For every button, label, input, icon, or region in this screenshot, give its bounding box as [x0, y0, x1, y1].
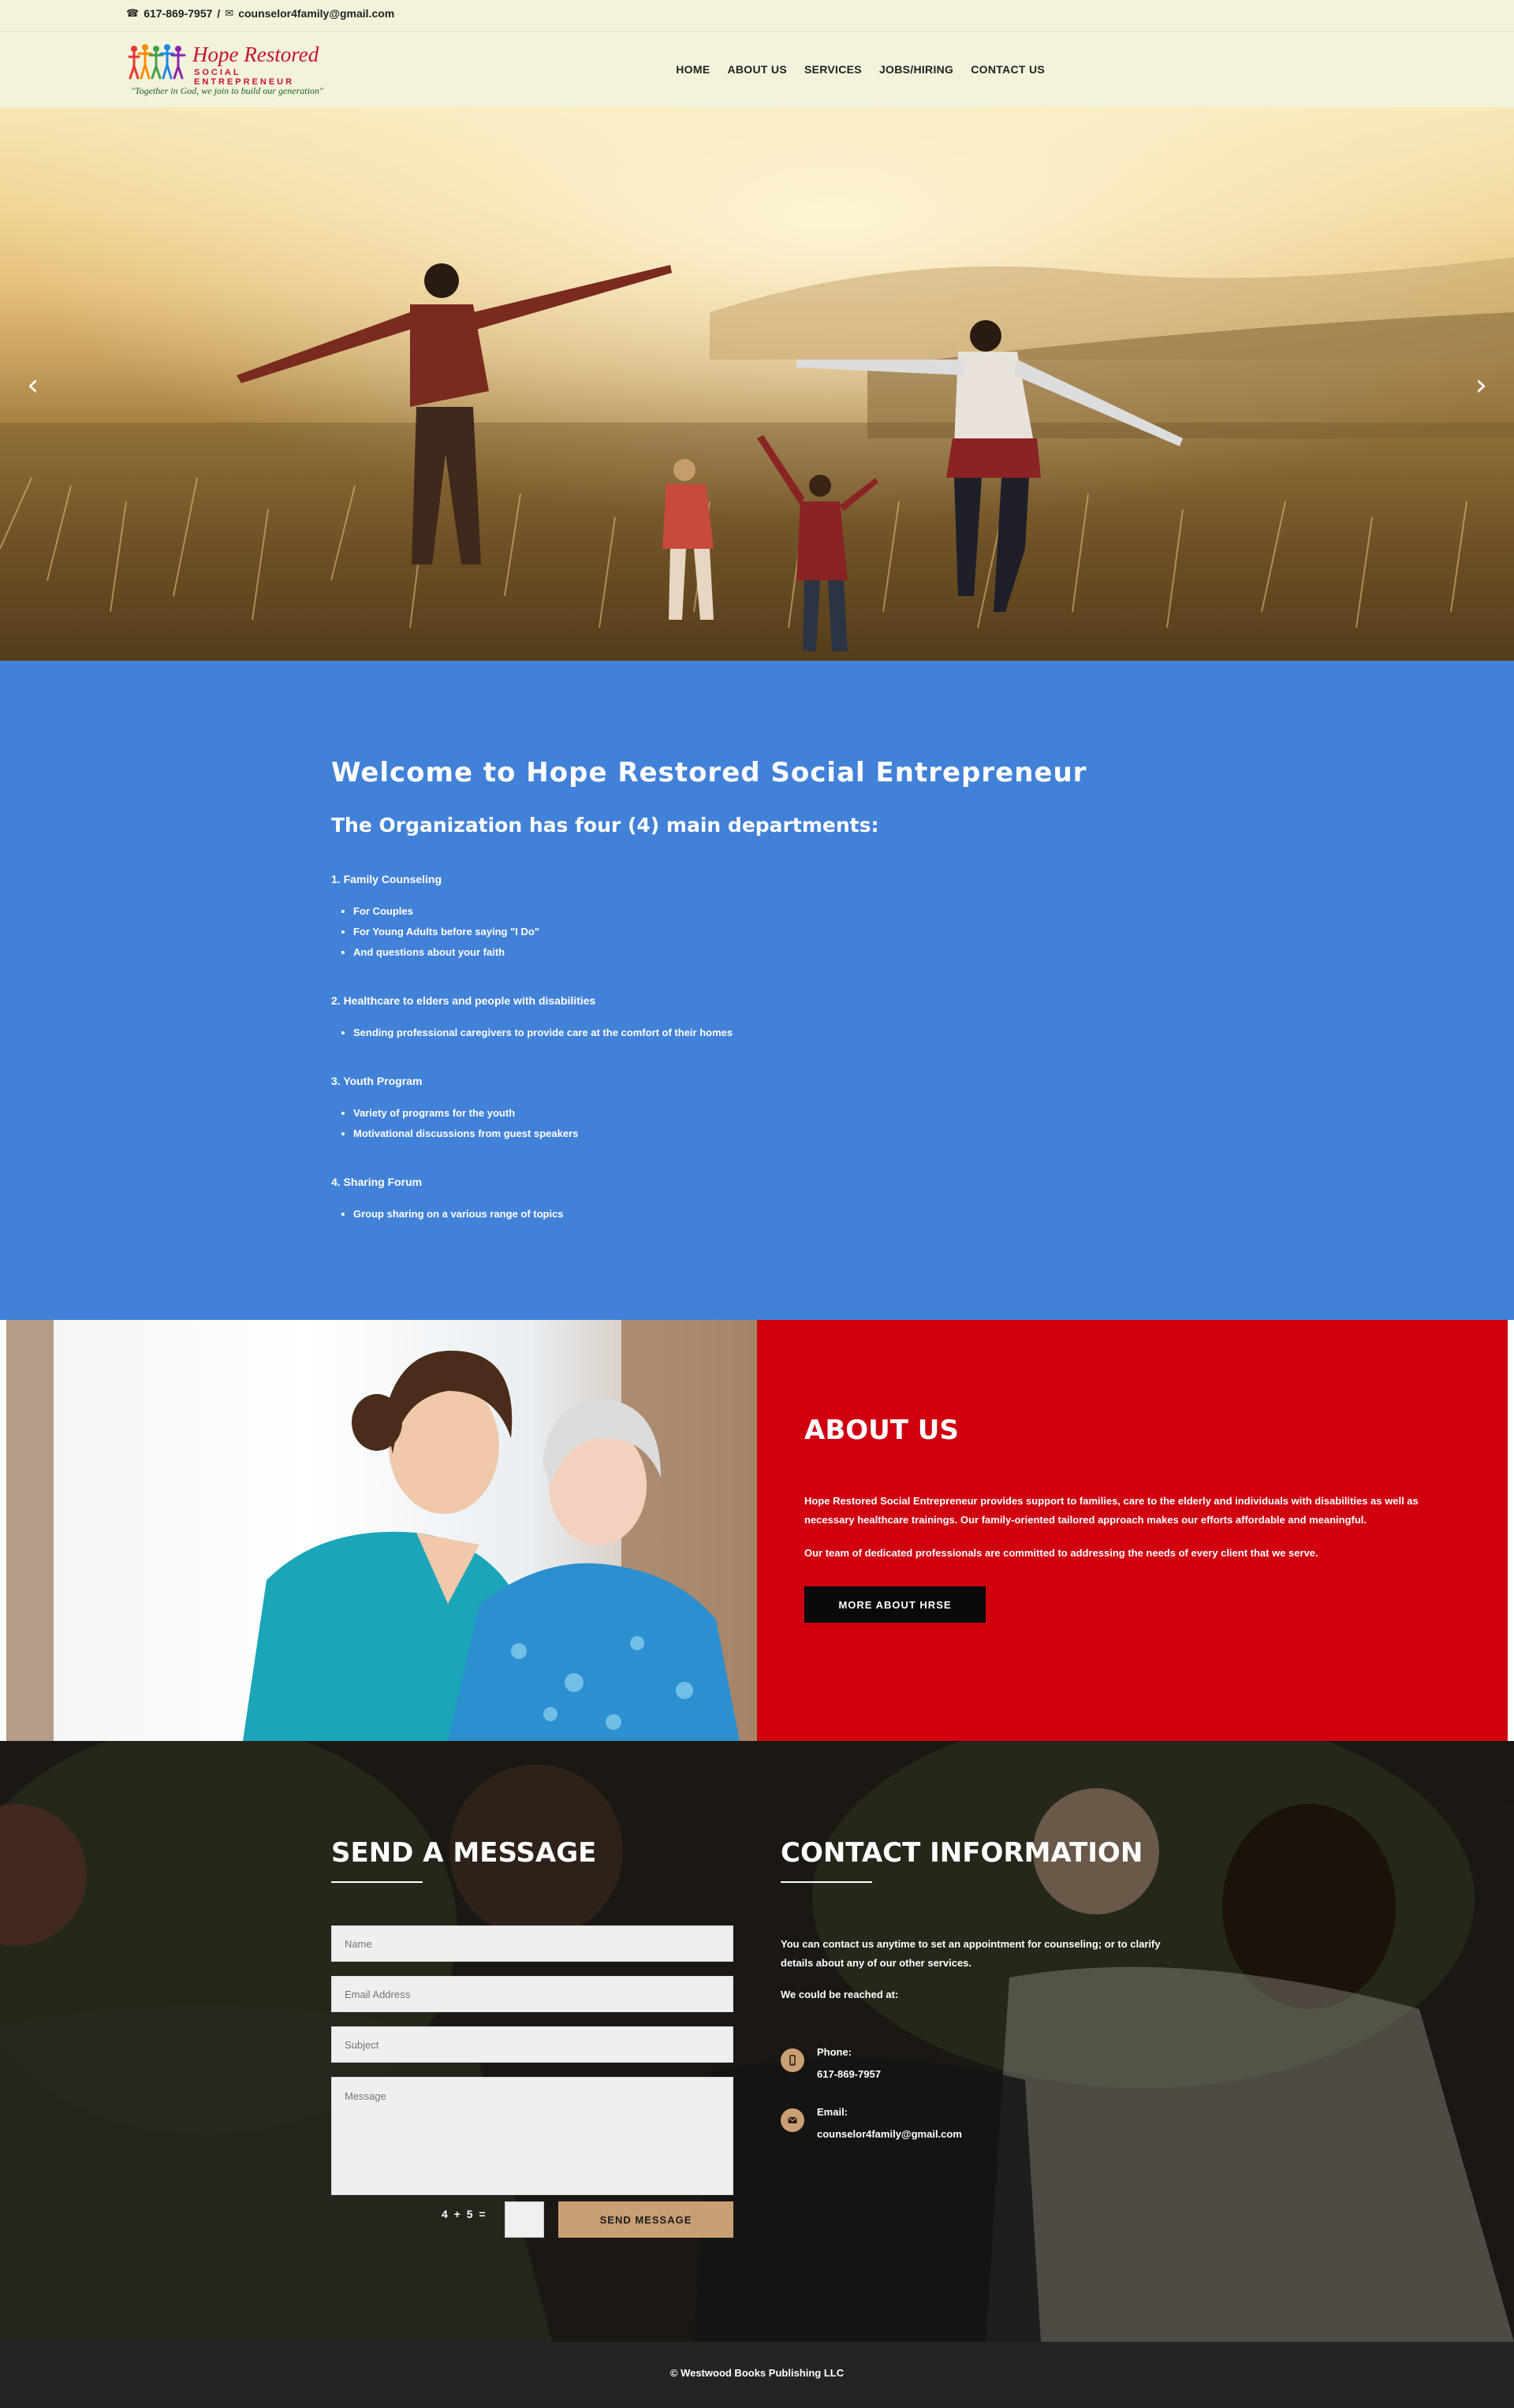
list-item: Group sharing on a various range of topi…	[353, 1204, 1199, 1225]
email-field[interactable]	[331, 1976, 733, 2012]
logo-brand-sub: SOCIAL ENTREPRENEUR	[194, 68, 295, 87]
welcome-title: Welcome to Hope Restored Social Entrepre…	[331, 757, 1087, 788]
welcome-subtitle: The Organization has four (4) main depar…	[331, 814, 879, 837]
logo-tagline: "Together in God, we join to build our g…	[131, 85, 323, 96]
main-nav: HOME ABOUT US SERVICES JOBS/HIRING CONTA…	[676, 63, 1045, 76]
top-separator: /	[217, 7, 221, 20]
hero-image	[0, 107, 1514, 661]
department-list: Sending professional caregivers to provi…	[353, 1023, 1199, 1043]
nav-contact-us[interactable]: CONTACT US	[971, 63, 1045, 76]
nav-about-us[interactable]: ABOUT US	[727, 63, 787, 76]
send-message-button[interactable]: SEND MESSAGE	[558, 2201, 733, 2238]
department-heading: 3. Youth Program	[331, 1075, 423, 1087]
chevron-right-icon: ›	[1475, 367, 1487, 402]
envelope-icon: ✉	[225, 7, 234, 19]
contact-overlay	[0, 1741, 1514, 2342]
department-list: Group sharing on a various range of topi…	[353, 1204, 1199, 1225]
about-section: ABOUT US Hope Restored Social Entreprene…	[0, 1320, 1514, 1741]
hero-slider: ‹ ›	[0, 107, 1514, 661]
email-value[interactable]: counselor4family@gmail.com	[817, 2124, 962, 2145]
welcome-section: Welcome to Hope Restored Social Entrepre…	[0, 661, 1514, 1320]
caregiver-image	[6, 1320, 757, 1741]
about-paragraph-1: Hope Restored Social Entrepreneur provid…	[804, 1495, 1419, 1526]
logo-people-icon	[128, 44, 186, 80]
welcome-content: Welcome to Hope Restored Social Entrepre…	[331, 757, 1199, 1225]
chevron-left-icon: ‹	[27, 367, 39, 402]
contact-section: SEND A MESSAGE 4 + 5 = SEND MESSAGE CONT…	[0, 1741, 1514, 2342]
envelope-icon	[781, 2108, 804, 2132]
list-item: For Couples	[353, 901, 1199, 922]
contact-info-title: CONTACT INFORMATION	[781, 1837, 1143, 1869]
department-heading: 2. Healthcare to elders and people with …	[331, 994, 596, 1007]
about-photo	[6, 1320, 757, 1741]
more-about-button[interactable]: MORE ABOUT HRSE	[804, 1586, 986, 1623]
department-heading: 4. Sharing Forum	[331, 1176, 423, 1188]
phone-label: Phone:	[817, 2046, 852, 2058]
title-divider	[331, 1881, 423, 1883]
department-heading: 1. Family Counseling	[331, 873, 442, 885]
nav-jobs-hiring[interactable]: JOBS/HIRING	[879, 63, 953, 76]
captcha-input[interactable]	[505, 2201, 544, 2238]
contact-info-text: You can contact us anytime to set an app…	[781, 1938, 1161, 1969]
department-list: Variety of programs for the youth Motiva…	[353, 1103, 1199, 1144]
list-item: Motivational discussions from guest spea…	[353, 1124, 1199, 1144]
site-header: Hope Restored SOCIAL ENTREPRENEUR "Toget…	[0, 32, 1514, 107]
hero-prev-arrow[interactable]: ‹	[27, 367, 39, 402]
name-field[interactable]	[331, 1925, 733, 1962]
list-item: Sending professional caregivers to provi…	[353, 1023, 1199, 1043]
message-field[interactable]	[331, 2077, 733, 2195]
about-title: ABOUT US	[804, 1415, 959, 1446]
logo-brand-name: Hope Restored	[192, 43, 319, 66]
site-logo[interactable]: Hope Restored SOCIAL ENTREPRENEUR "Toget…	[128, 41, 331, 98]
top-contact-info: ☎ 617-869-7957 / ✉ counselor4family@gmai…	[126, 7, 394, 20]
list-item: Variety of programs for the youth	[353, 1103, 1199, 1124]
copyright-text: © Westwood Books Publishing LLC	[669, 2367, 845, 2379]
mobile-phone-icon	[781, 2048, 804, 2072]
site-footer: © Westwood Books Publishing LLC	[0, 2342, 1514, 2408]
nav-services[interactable]: SERVICES	[804, 63, 862, 76]
phone-icon: ☎	[126, 7, 140, 19]
phone-value[interactable]: 617-869-7957	[817, 2064, 881, 2085]
top-phone[interactable]: 617-869-7957	[144, 7, 212, 20]
top-info-bar: ☎ 617-869-7957 / ✉ counselor4family@gmai…	[0, 0, 1514, 32]
contact-reach-text: We could be reached at:	[781, 1989, 899, 2000]
list-item: For Young Adults before saying "I Do"	[353, 922, 1199, 942]
top-email[interactable]: counselor4family@gmail.com	[238, 7, 394, 20]
nav-home[interactable]: HOME	[676, 63, 710, 76]
captcha-question: 4 + 5 =	[442, 2208, 487, 2220]
list-item: And questions about your faith	[353, 942, 1199, 963]
title-divider	[781, 1881, 872, 1883]
about-content: ABOUT US Hope Restored Social Entreprene…	[757, 1320, 1508, 1741]
email-label: Email:	[817, 2106, 848, 2118]
send-message-title: SEND A MESSAGE	[331, 1837, 597, 1869]
hero-next-arrow[interactable]: ›	[1475, 367, 1487, 402]
subject-field[interactable]	[331, 2026, 733, 2063]
department-list: For Couples For Young Adults before sayi…	[353, 901, 1199, 963]
about-paragraph-2: Our team of dedicated professionals are …	[804, 1547, 1318, 1559]
